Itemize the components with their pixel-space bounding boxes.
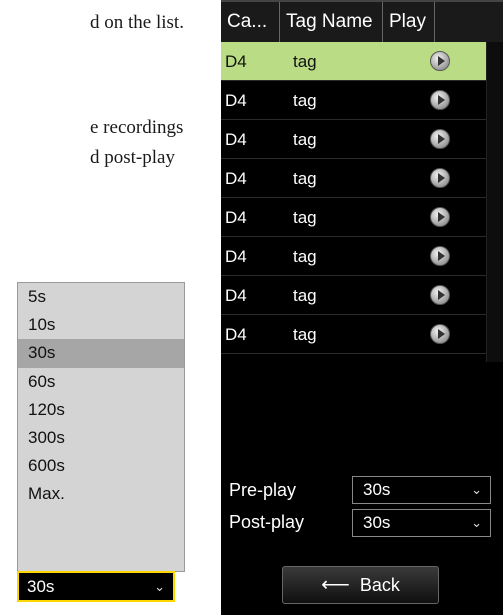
- play-icon[interactable]: [430, 246, 450, 266]
- table-row[interactable]: D4 tag: [221, 42, 486, 81]
- column-header-extra: [434, 2, 501, 42]
- back-button[interactable]: ⟵ Back: [282, 566, 439, 604]
- pre-play-value: 30s: [363, 480, 391, 499]
- table-row[interactable]: D4 tag: [221, 198, 486, 237]
- dropdown-option-10s[interactable]: 10s: [18, 311, 184, 339]
- tag-list-panel: Ca... Tag Name Play D4 tag D4 tag D4 tag…: [221, 0, 503, 615]
- play-icon[interactable]: [430, 168, 450, 188]
- play-icon[interactable]: [430, 324, 450, 344]
- dropdown-option-120s[interactable]: 120s: [18, 396, 184, 424]
- scrollbar[interactable]: [486, 42, 503, 362]
- tag-name-cell: tag: [293, 286, 317, 305]
- camera-cell: D4: [225, 208, 247, 227]
- table-row[interactable]: D4 tag: [221, 120, 486, 159]
- pre-play-label: Pre-play: [229, 480, 297, 500]
- dropdown-option-30s[interactable]: 30s: [18, 339, 184, 368]
- play-icon[interactable]: [430, 51, 450, 71]
- tag-name-cell: tag: [293, 52, 317, 71]
- camera-cell: D4: [225, 247, 247, 266]
- column-header-camera[interactable]: Ca...: [221, 2, 279, 42]
- table-row[interactable]: D4 tag: [221, 276, 486, 315]
- post-play-value: 30s: [363, 513, 391, 532]
- tag-name-cell: tag: [293, 169, 317, 188]
- chevron-down-icon: ⌄: [471, 515, 482, 530]
- camera-cell: D4: [225, 52, 247, 71]
- camera-cell: D4: [225, 169, 247, 188]
- play-icon[interactable]: [430, 129, 450, 149]
- camera-cell: D4: [225, 325, 247, 344]
- table-row[interactable]: D4 tag: [221, 237, 486, 276]
- tag-name-cell: tag: [293, 247, 317, 266]
- doc-text-line-1: d on the list.: [90, 12, 184, 33]
- table-row[interactable]: D4 tag: [221, 315, 486, 354]
- play-icon[interactable]: [430, 90, 450, 110]
- dropdown-option-600s[interactable]: 600s: [18, 452, 184, 480]
- back-arrow-icon: ⟵: [321, 574, 350, 596]
- doc-text-line-3: d post-play: [90, 147, 175, 168]
- camera-cell: D4: [225, 91, 247, 110]
- pre-play-select[interactable]: 30s ⌄: [352, 476, 491, 504]
- tag-name-cell: tag: [293, 208, 317, 227]
- table-row[interactable]: D4 tag: [221, 159, 486, 198]
- chevron-down-icon: ⌄: [471, 482, 482, 497]
- time-dropdown-list[interactable]: 5s 10s 30s 60s 120s 300s 600s Max.: [17, 282, 185, 572]
- dropdown-selected-value: 30s: [27, 577, 55, 596]
- play-icon[interactable]: [430, 207, 450, 227]
- tag-name-cell: tag: [293, 91, 317, 110]
- doc-text-line-2: e recordings: [90, 117, 184, 138]
- chevron-down-icon: ⌄: [154, 579, 165, 594]
- dropdown-option-5s[interactable]: 5s: [18, 283, 184, 311]
- camera-cell: D4: [225, 286, 247, 305]
- column-header-tag-name[interactable]: Tag Name: [279, 2, 382, 42]
- table-row[interactable]: D4 tag: [221, 81, 486, 120]
- dropdown-option-60s[interactable]: 60s: [18, 368, 184, 396]
- play-icon[interactable]: [430, 285, 450, 305]
- time-dropdown-select[interactable]: 30s ⌄: [17, 571, 175, 602]
- dropdown-option-max[interactable]: Max.: [18, 480, 184, 508]
- back-button-label: Back: [359, 575, 400, 595]
- column-header-play[interactable]: Play: [382, 2, 434, 42]
- dropdown-option-300s[interactable]: 300s: [18, 424, 184, 452]
- post-play-label: Post-play: [229, 512, 305, 532]
- camera-cell: D4: [225, 130, 247, 149]
- tag-name-cell: tag: [293, 325, 317, 344]
- post-play-select[interactable]: 30s ⌄: [352, 509, 491, 537]
- table-header: Ca... Tag Name Play: [221, 0, 503, 42]
- tag-name-cell: tag: [293, 130, 317, 149]
